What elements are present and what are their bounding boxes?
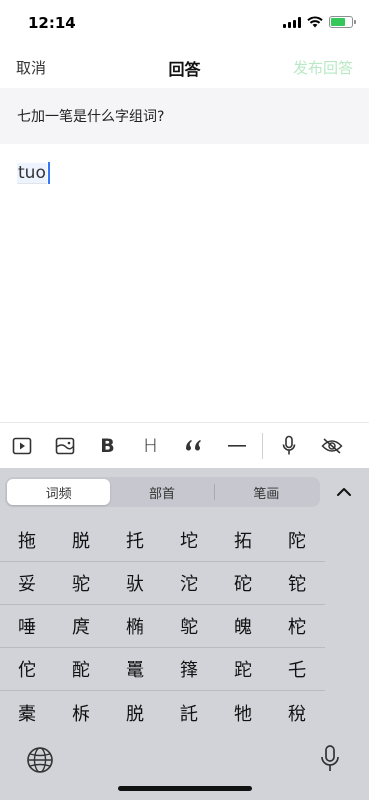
quote-icon[interactable] <box>172 423 215 469</box>
heading-label: H <box>143 434 158 457</box>
candidate-char[interactable]: 橐 <box>0 691 54 734</box>
heading-icon[interactable]: H <box>129 423 172 469</box>
candidate-char[interactable]: 沱 <box>162 562 216 604</box>
navigation-bar: 取消 回答 发布回答 <box>0 44 369 88</box>
candidate-char[interactable]: 坨 <box>162 519 216 561</box>
candidate-char[interactable]: 椭 <box>108 605 162 647</box>
video-icon[interactable] <box>0 423 43 469</box>
question-text: 七加一笔是什么字组词? <box>17 109 165 125</box>
keyboard-microphone-icon[interactable] <box>319 744 341 774</box>
candidate-char[interactable]: 牠 <box>216 691 270 734</box>
format-toolbar: B H <box>0 422 369 468</box>
chevron-up-icon[interactable] <box>329 477 359 507</box>
candidate-grid: 拖 脱 托 坨 拓 陀 妥 驼 驮 沱 砣 铊 唾 庹 椭 鸵 魄 柁 佗 酡 … <box>0 519 325 734</box>
microphone-icon[interactable] <box>267 423 310 469</box>
wifi-icon <box>307 16 323 28</box>
candidate-sort-tabs: 词频 部首 笔画 <box>5 477 320 507</box>
tab-stroke-label: 笔画 <box>253 486 280 502</box>
composing-text: tuo <box>17 162 47 184</box>
candidate-char[interactable]: 佗 <box>0 648 54 690</box>
home-indicator <box>118 786 252 791</box>
divider-icon[interactable] <box>215 423 258 469</box>
battery-icon <box>329 16 356 28</box>
candidate-char[interactable]: 脱 <box>108 691 162 734</box>
bold-icon[interactable]: B <box>86 423 129 469</box>
publish-answer-button[interactable]: 发布回答 <box>293 57 353 78</box>
candidate-char[interactable]: 驮 <box>108 562 162 604</box>
eye-hide-icon[interactable] <box>310 423 353 469</box>
battery-level <box>331 18 345 26</box>
globe-icon[interactable] <box>26 746 54 774</box>
tab-stroke[interactable]: 笔画 <box>215 479 318 505</box>
candidate-char[interactable]: 跎 <box>216 648 270 690</box>
candidate-char[interactable]: 託 <box>162 691 216 734</box>
candidate-char[interactable]: 妥 <box>0 562 54 604</box>
candidate-char[interactable]: 酡 <box>54 648 108 690</box>
candidate-char[interactable]: 陀 <box>270 519 324 561</box>
status-bar: 12:14 <box>0 0 369 44</box>
candidate-char[interactable]: 乇 <box>270 648 324 690</box>
candidate-char[interactable]: 魄 <box>216 605 270 647</box>
candidate-char[interactable]: 柝 <box>54 691 108 734</box>
candidate-char[interactable]: 托 <box>108 519 162 561</box>
tab-radical-label: 部首 <box>148 486 175 502</box>
text-caret <box>47 162 50 184</box>
image-icon[interactable] <box>43 423 86 469</box>
tab-radical[interactable]: 部首 <box>110 479 213 505</box>
candidate-char[interactable]: 鼍 <box>108 648 162 690</box>
candidate-char[interactable]: 脱 <box>54 519 108 561</box>
answer-editor[interactable]: tuo <box>0 144 369 422</box>
candidate-char[interactable]: 唾 <box>0 605 54 647</box>
status-time: 12:14 <box>28 14 76 32</box>
ime-keyboard: 词频 部首 笔画 拖 脱 托 坨 拓 陀 妥 驼 驮 沱 砣 铊 唾 庹 椭 鸵… <box>0 468 369 800</box>
candidate-char[interactable]: 鸵 <box>162 605 216 647</box>
signal-icon <box>283 16 301 28</box>
candidate-char[interactable]: 柁 <box>270 605 324 647</box>
candidate-row: 妥 驼 驮 沱 砣 铊 <box>0 562 325 605</box>
candidate-row: 佗 酡 鼍 箨 跎 乇 <box>0 648 325 691</box>
question-banner: 七加一笔是什么字组词? <box>0 88 369 144</box>
candidate-char[interactable]: 拖 <box>0 519 54 561</box>
candidate-char[interactable]: 庹 <box>54 605 108 647</box>
tab-frequency[interactable]: 词频 <box>7 479 111 505</box>
candidate-char[interactable]: 拓 <box>216 519 270 561</box>
candidate-row: 唾 庹 椭 鸵 魄 柁 <box>0 605 325 648</box>
candidate-row: 拖 脱 托 坨 拓 陀 <box>0 519 325 562</box>
status-icons <box>283 16 356 28</box>
candidate-char[interactable]: 铊 <box>270 562 324 604</box>
toolbar-separator <box>262 432 263 459</box>
candidate-row: 橐 柝 脱 託 牠 稅 <box>0 691 325 734</box>
candidate-char[interactable]: 驼 <box>54 562 108 604</box>
candidate-char[interactable]: 箨 <box>162 648 216 690</box>
tab-frequency-label: 词频 <box>45 486 72 502</box>
candidate-char[interactable]: 砣 <box>216 562 270 604</box>
answer-input[interactable]: tuo <box>17 162 50 184</box>
candidate-char[interactable]: 稅 <box>270 691 324 734</box>
bold-label: B <box>100 434 115 457</box>
